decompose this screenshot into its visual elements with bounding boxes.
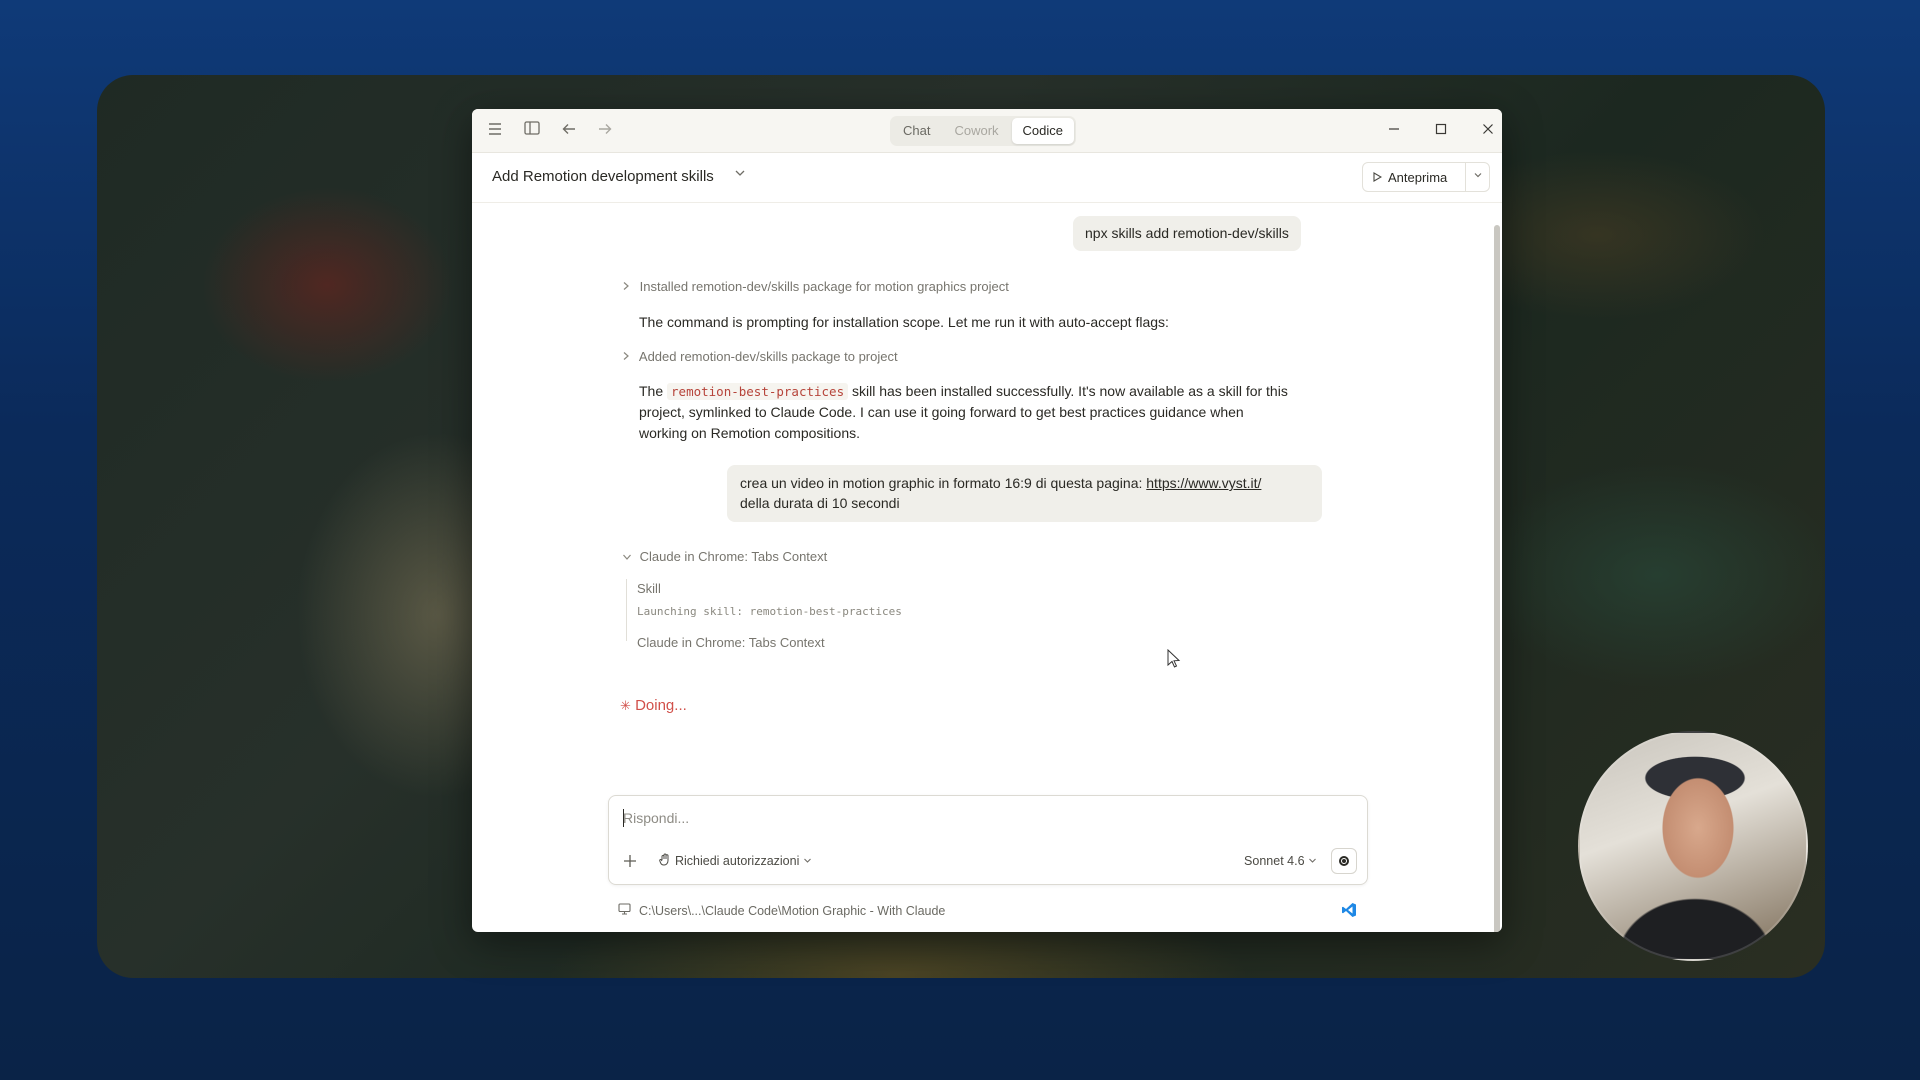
title-bar: Chat Cowork Codice: [472, 109, 1502, 153]
user-message: crea un video in motion graphic in forma…: [727, 465, 1322, 522]
inline-code: remotion-best-practices: [667, 383, 849, 400]
preview-dropdown-chevron-icon[interactable]: [1465, 163, 1489, 191]
model-label: Sonnet 4.6: [1244, 854, 1305, 868]
user-message-text: della durata di 10 secondi: [740, 495, 900, 511]
user-message-text: crea un video in motion graphic in forma…: [740, 475, 1143, 491]
chevron-right-icon: [622, 351, 636, 364]
path-text: C:\Users\...\Claude Code\Motion Graphic …: [639, 903, 946, 918]
maximize-icon[interactable]: [1429, 119, 1453, 143]
mouse-cursor-icon: [1167, 648, 1181, 674]
text-caret: [623, 809, 624, 827]
chevron-down-icon: [622, 552, 636, 564]
preview-button[interactable]: Anteprima: [1362, 162, 1490, 192]
mode-tabs: Chat Cowork Codice: [890, 116, 1077, 146]
text-fragment: The: [639, 383, 664, 399]
claude-app-window: Chat Cowork Codice Add Remotion developm…: [472, 109, 1502, 932]
assistant-message: The command is prompting for installatio…: [639, 314, 1169, 330]
chevron-right-icon: [622, 281, 636, 294]
text-fragment: skill has been installed successfully. I…: [852, 383, 1288, 399]
tab-chat[interactable]: Chat: [892, 118, 941, 144]
webcam-overlay: [1578, 731, 1808, 961]
back-arrow-icon[interactable]: [558, 120, 580, 142]
tool-group-item: Claude in Chrome: Tabs Context: [637, 635, 825, 650]
skill-detail: Launching skill: remotion-best-practices: [637, 605, 902, 618]
working-directory[interactable]: C:\Users\...\Claude Code\Motion Graphic …: [618, 903, 945, 918]
conversation-title[interactable]: Add Remotion development skills: [492, 168, 714, 185]
tool-group-title: Claude in Chrome: Tabs Context: [639, 549, 828, 564]
composer: Richiedi autorizzazioni Sonnet 4.6: [608, 795, 1368, 885]
url-link[interactable]: https://www.vyst.it/: [1146, 475, 1261, 491]
vscode-icon[interactable]: [1341, 902, 1357, 918]
text-fragment: project, symlinked to Claude Code. I can…: [639, 404, 1244, 420]
user-message: npx skills add remotion-dev/skills: [1073, 216, 1301, 251]
sidebar-toggle-icon[interactable]: [521, 120, 543, 142]
tool-call-label: Added remotion-dev/skills package to pro…: [638, 349, 898, 364]
user-message-text: npx skills add remotion-dev/skills: [1085, 225, 1289, 241]
forward-arrow-icon[interactable]: [594, 120, 616, 142]
stop-icon: [1339, 856, 1349, 866]
add-attachment-button[interactable]: [623, 852, 637, 872]
text-fragment: working on Remotion compositions.: [639, 425, 860, 441]
monitor-icon: [618, 903, 631, 918]
model-selector[interactable]: Sonnet 4.6: [1244, 854, 1317, 868]
status-indicator: ✳ Doing...: [620, 697, 687, 714]
conversation-header: Add Remotion development skills Anteprim…: [472, 153, 1502, 203]
hand-icon: [659, 853, 671, 869]
tool-group-expanded[interactable]: Claude in Chrome: Tabs Context: [622, 549, 827, 564]
status-text: Doing...: [635, 697, 687, 714]
close-icon[interactable]: [1476, 119, 1500, 143]
tool-call-collapsed[interactable]: Installed remotion-dev/skills package fo…: [622, 279, 1009, 294]
chevron-down-icon[interactable]: [734, 167, 746, 182]
assistant-message: The remotion-best-practices skill has be…: [639, 381, 1359, 444]
permission-label: Richiedi autorizzazioni: [675, 854, 800, 868]
chevron-down-icon: [803, 854, 812, 868]
preview-label: Anteprima: [1388, 169, 1448, 185]
chevron-down-icon: [1308, 854, 1317, 868]
spinner-icon: ✳: [620, 698, 631, 713]
skill-label: Skill: [637, 581, 661, 596]
scrollbar[interactable]: [1494, 225, 1500, 932]
tool-call-collapsed[interactable]: Added remotion-dev/skills package to pro…: [622, 349, 898, 364]
reply-input[interactable]: [623, 810, 1323, 826]
menu-icon[interactable]: [484, 120, 506, 142]
tool-call-label: Installed remotion-dev/skills package fo…: [639, 279, 1009, 294]
permission-mode-selector[interactable]: Richiedi autorizzazioni: [659, 853, 812, 869]
minimize-icon[interactable]: [1382, 119, 1406, 143]
tab-codice[interactable]: Codice: [1011, 118, 1075, 144]
stop-button[interactable]: [1331, 848, 1357, 874]
play-icon: [1373, 170, 1383, 185]
tool-group-body: [626, 579, 627, 641]
tab-cowork[interactable]: Cowork: [943, 118, 1009, 144]
